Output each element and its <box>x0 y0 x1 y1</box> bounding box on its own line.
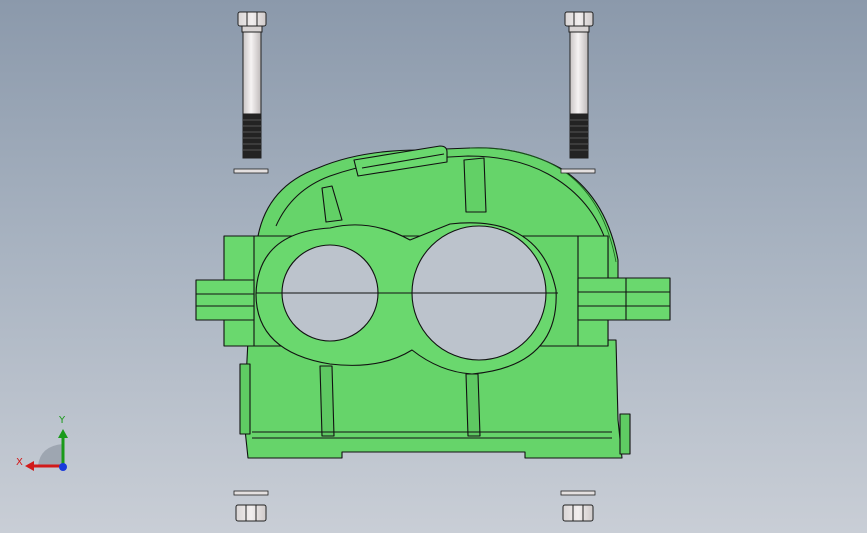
washer-right-top[interactable] <box>560 168 596 174</box>
nut-right[interactable] <box>562 504 594 522</box>
bolt-right[interactable] <box>564 11 594 159</box>
triad-plane-icon <box>38 444 63 466</box>
axis-x-label: X <box>16 457 23 468</box>
bolt-left[interactable] <box>237 11 267 159</box>
axis-y-label: Y <box>59 415 66 426</box>
z-axis-dot-icon <box>59 463 67 471</box>
model-scene[interactable] <box>0 0 867 533</box>
graphics-viewport[interactable]: X Y <box>0 0 867 533</box>
washer-left-bottom[interactable] <box>233 490 269 496</box>
view-triad[interactable] <box>25 429 68 471</box>
nut-left[interactable] <box>235 504 267 522</box>
washer-left-top[interactable] <box>233 168 269 174</box>
washer-right-bottom[interactable] <box>560 490 596 496</box>
gearbox-housing[interactable] <box>195 145 671 459</box>
